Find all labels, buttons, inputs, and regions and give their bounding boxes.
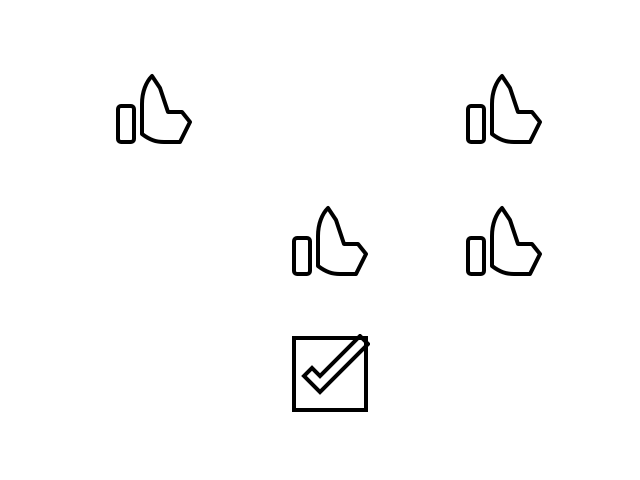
checkbox-checked-icon[interactable] xyxy=(290,334,370,414)
thumbs-up-icon[interactable] xyxy=(288,202,372,282)
thumbs-up-icon[interactable] xyxy=(462,70,546,150)
thumbs-up-icon[interactable] xyxy=(462,202,546,282)
thumbs-up-icon[interactable] xyxy=(112,70,196,150)
